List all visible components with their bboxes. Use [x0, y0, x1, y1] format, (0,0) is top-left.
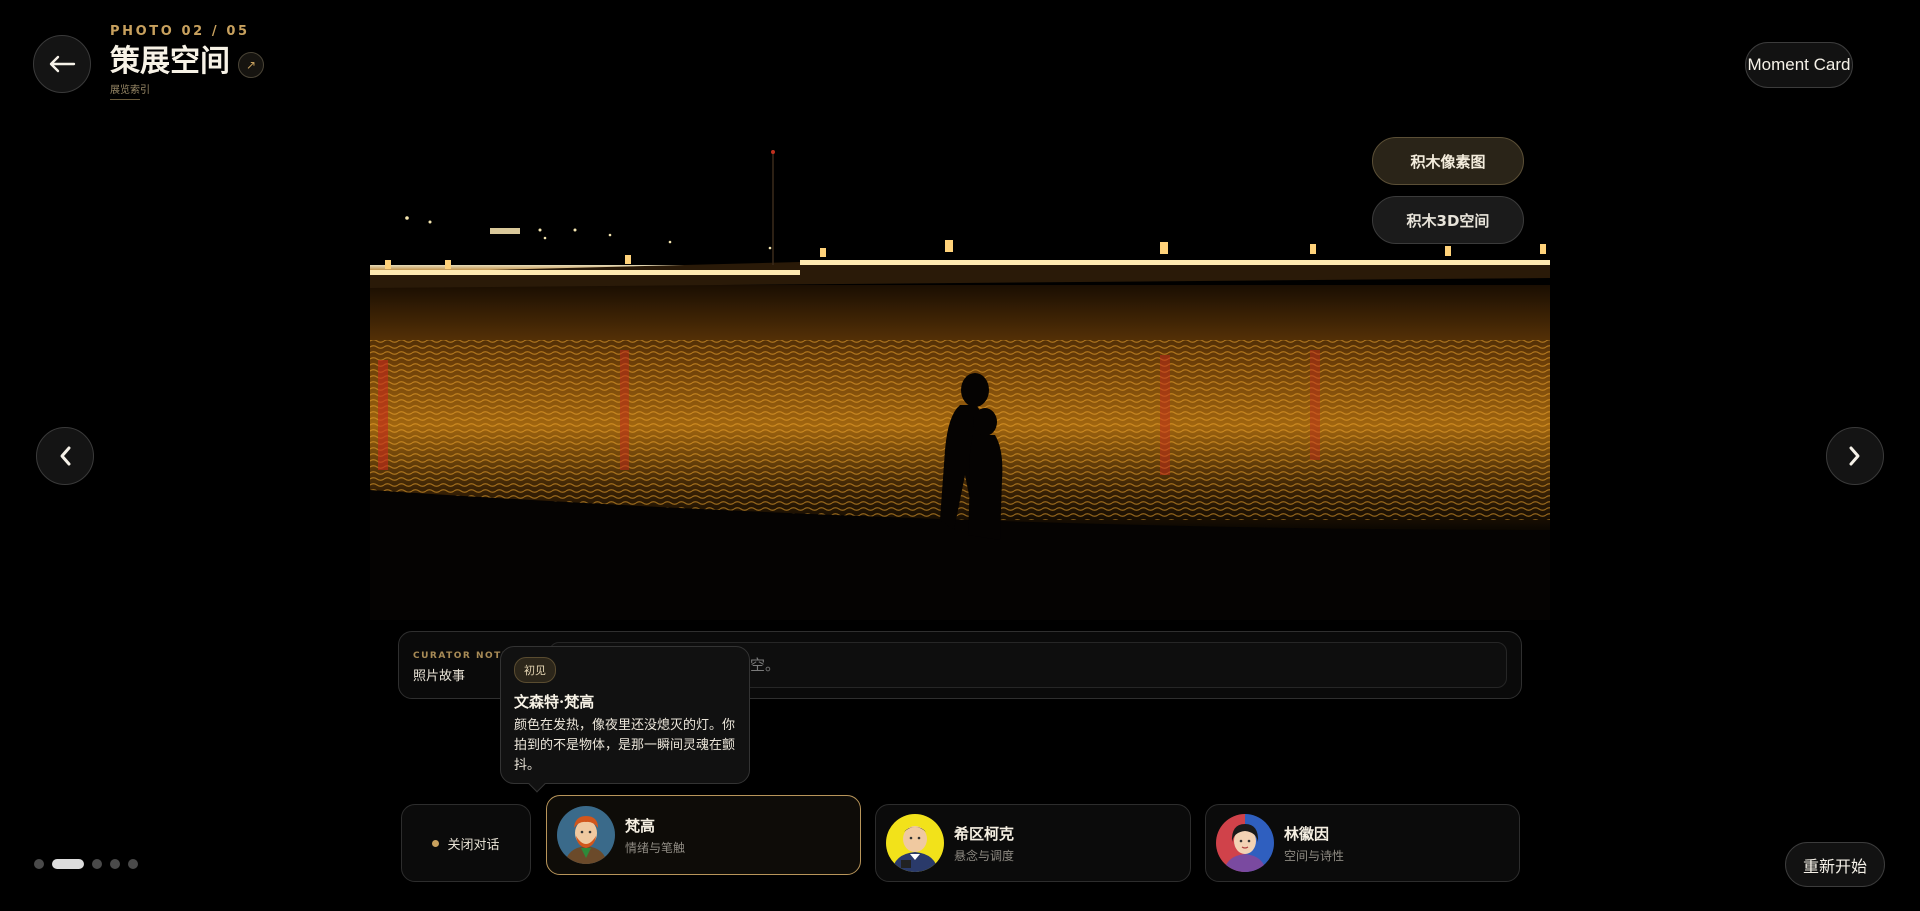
exhibition-index-link[interactable]: 展览索引 [110, 81, 150, 100]
close-chat-label: 关闭对话 [447, 837, 500, 853]
page-dot[interactable] [92, 859, 102, 869]
moment-card-button[interactable]: Moment Card [1745, 42, 1853, 88]
close-chat-button[interactable]: 关闭对话 [401, 804, 531, 882]
bubble-pointer [528, 775, 546, 793]
previous-photo-button[interactable] [36, 427, 94, 485]
chevron-left-icon [60, 446, 71, 466]
persona-card-hitchcock[interactable]: 希区柯克 悬念与调度 [875, 804, 1191, 882]
page-dot-active[interactable] [52, 859, 84, 869]
pixel-art-button[interactable]: 积木像素图 [1372, 137, 1524, 185]
persona-name: 林徽因 [1284, 824, 1330, 843]
persona-card-linhuiyin[interactable]: 林徽因 空间与诗性 [1205, 804, 1520, 882]
curator-note-eyebrow: CURATOR NOTE [413, 651, 510, 661]
next-photo-button[interactable] [1826, 427, 1884, 485]
persona-desc: 悬念与调度 [954, 848, 1015, 863]
page-header: PHOTO 02 / 05 策展空间 ↗ 展览索引 [110, 24, 264, 100]
arrow-left-icon [49, 55, 76, 73]
persona-name: 希区柯克 [954, 824, 1015, 843]
persona-name: 梵高 [625, 816, 656, 835]
persona-desc: 情绪与笔触 [625, 840, 686, 855]
bubble-tag: 初见 [514, 657, 556, 683]
photo-pagination [34, 859, 146, 869]
hitchcock-avatar [886, 814, 944, 872]
photo-story-label: 照片故事 [413, 669, 466, 684]
status-dot [432, 839, 440, 847]
page-dot[interactable] [110, 859, 120, 869]
persona-desc: 空间与诗性 [1284, 848, 1345, 863]
back-button[interactable] [33, 35, 91, 93]
chevron-right-icon [1849, 446, 1860, 466]
persona-speech-bubble: 初见 文森特·梵高 颜色在发热，像夜里还没熄灭的灯。你拍到的不是物体，是那一瞬间… [500, 646, 750, 793]
page-dot[interactable] [34, 859, 44, 869]
3d-space-button[interactable]: 积木3D空间 [1372, 196, 1524, 244]
restart-button[interactable]: 重新开始 [1785, 842, 1885, 887]
persona-card-vangogh[interactable]: 梵高 情绪与笔触 [546, 795, 861, 875]
photo-viewer [370, 110, 1550, 620]
external-link-icon[interactable]: ↗ [238, 52, 264, 78]
bubble-message: 颜色在发热，像夜里还没熄灭的灯。你拍到的不是物体，是那一瞬间灵魂在颤抖。 [514, 718, 736, 773]
vangogh-avatar [557, 806, 615, 864]
bubble-speaker-name: 文森特·梵高 [514, 693, 595, 711]
page-title: 策展空间 [110, 44, 230, 79]
page-dot[interactable] [128, 859, 138, 869]
night-river-photo [370, 110, 1550, 620]
linhuiyin-avatar [1216, 814, 1274, 872]
photo-counter: PHOTO 02 / 05 [110, 24, 250, 39]
